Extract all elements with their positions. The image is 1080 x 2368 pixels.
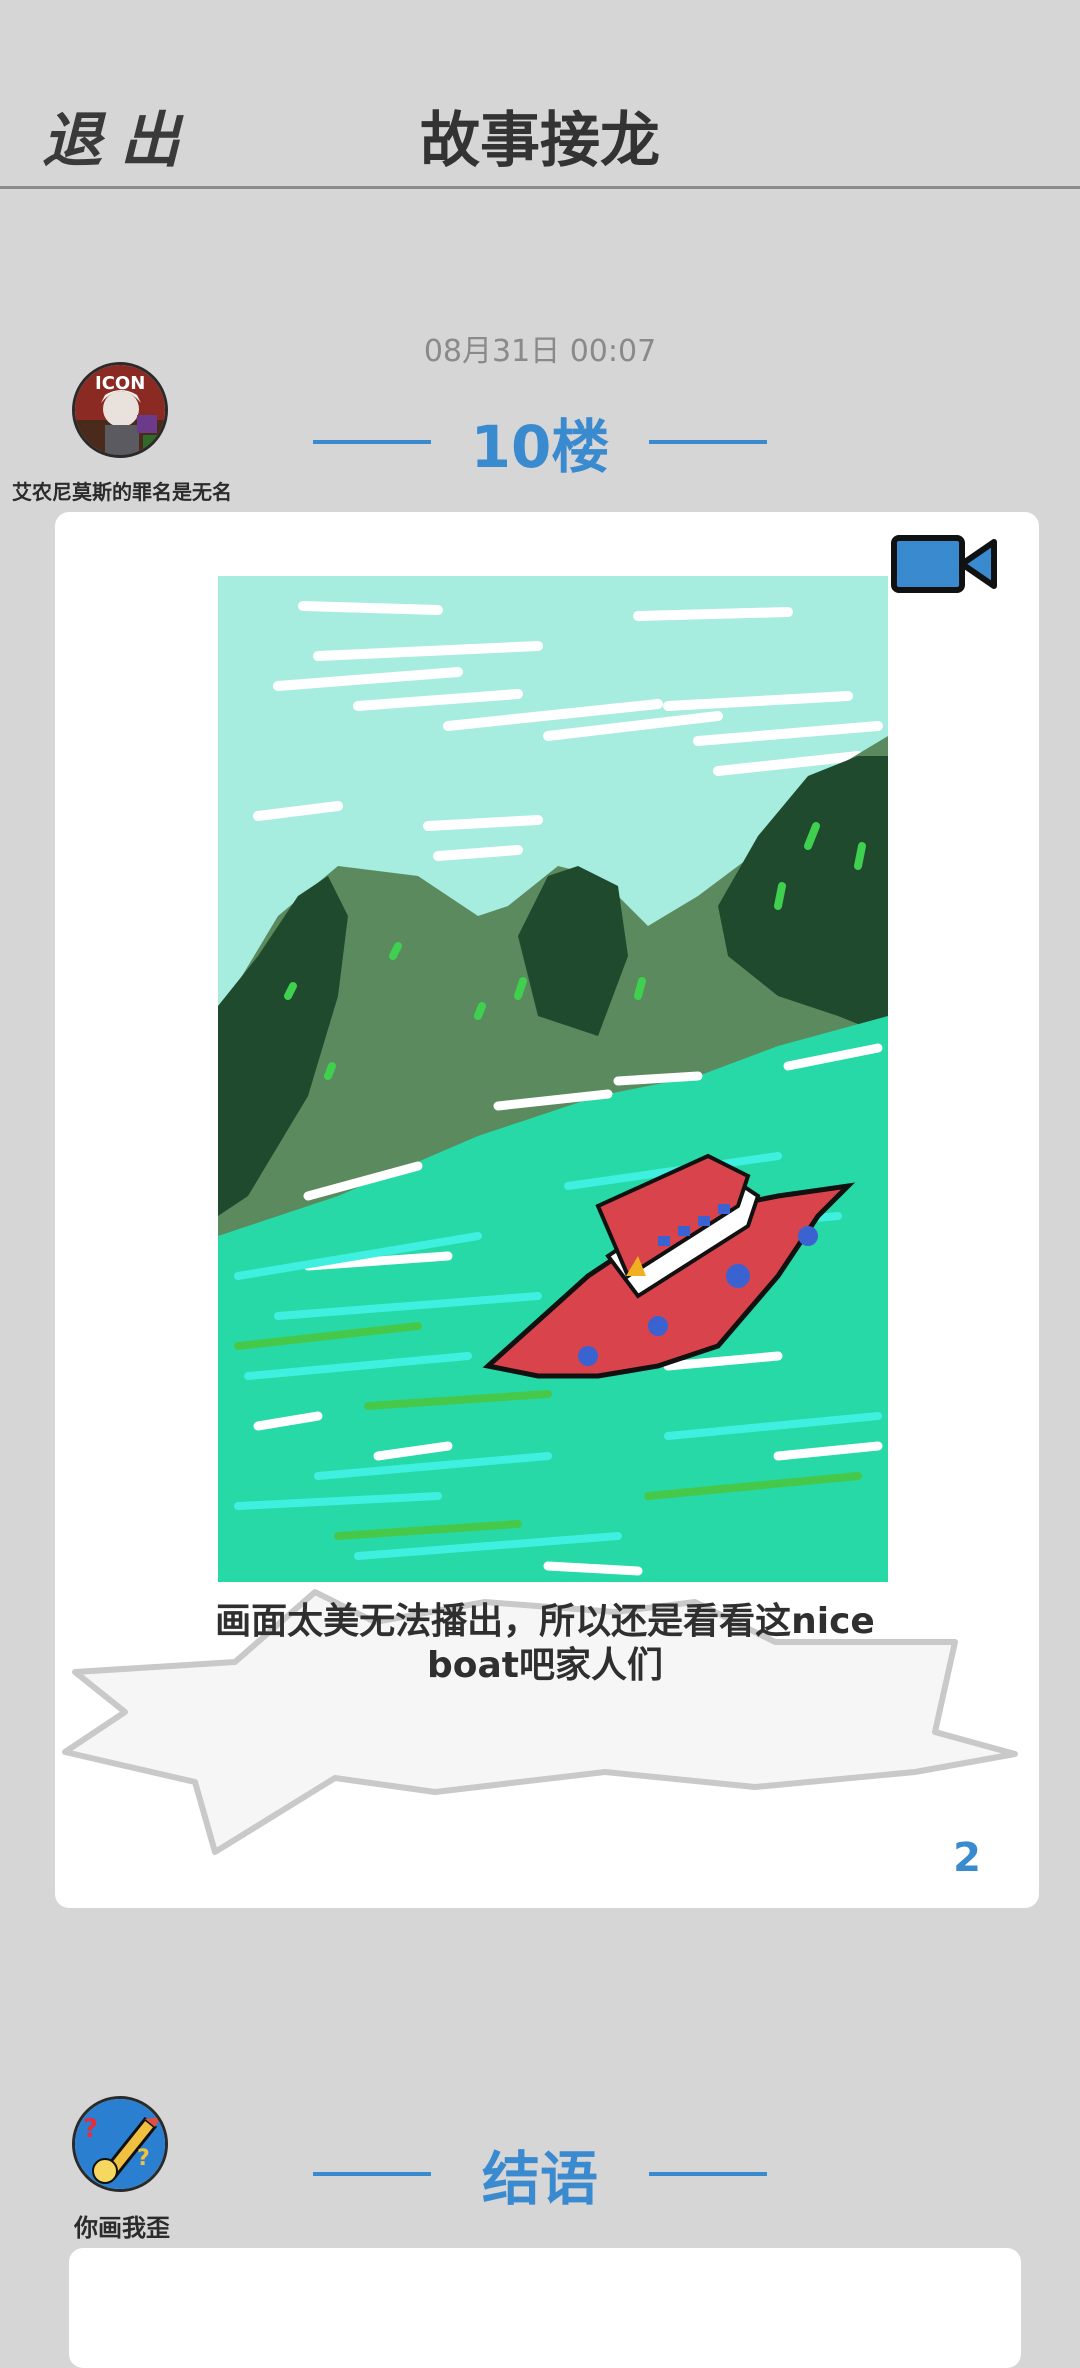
header-divider xyxy=(0,186,1080,189)
reply-count[interactable]: 2 xyxy=(953,1835,981,1881)
floor-label: 10楼 xyxy=(470,413,610,481)
ending-card xyxy=(69,2248,1021,2368)
svg-text:ICON: ICON xyxy=(95,373,145,394)
video-camera-icon[interactable] xyxy=(890,534,1000,594)
app-header: 退出 故事接龙 xyxy=(0,0,1080,189)
page-title: 故事接龙 xyxy=(420,106,660,176)
post-timestamp: 08月31日 00:07 xyxy=(423,334,657,369)
post-card: 画面太美无法播出，所以还是看看这nice boat吧家人们 2 xyxy=(55,512,1039,1908)
caption-text: 画面太美无法播出，所以还是看看这nice boat吧家人们 xyxy=(215,1601,875,1686)
ending-label: 结语 xyxy=(481,2145,598,2213)
story-drawing[interactable] xyxy=(218,576,888,1582)
